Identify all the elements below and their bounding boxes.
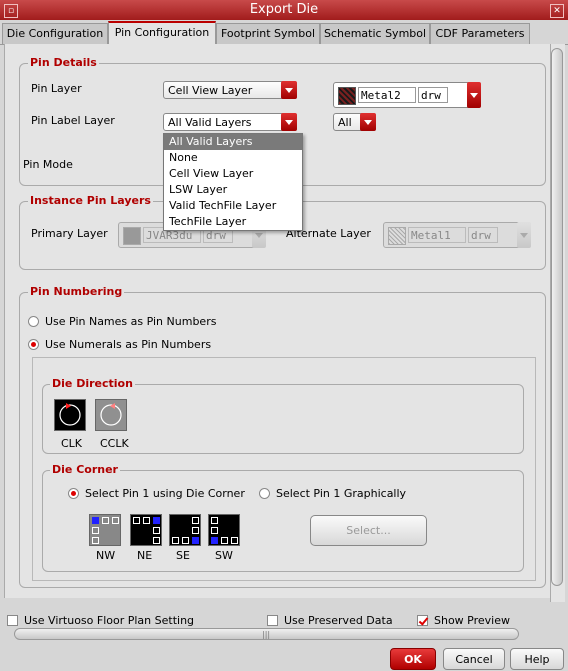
chevron-down-icon <box>517 222 531 248</box>
pin-layer-picker[interactable]: Metal2 drw <box>333 82 481 108</box>
tab-die-configuration[interactable]: Die Configuration <box>2 23 108 44</box>
show-preview-label: Show Preview <box>434 614 510 627</box>
dropdown-option[interactable]: All Valid Layers <box>164 134 302 150</box>
pin-mode-label: Pin Mode <box>23 158 73 171</box>
select-graphically-radio[interactable] <box>259 488 270 499</box>
title-bar: Export Die ▫ ✕ <box>0 0 568 21</box>
die-direction-legend: Die Direction <box>50 377 135 390</box>
tab-schematic-symbol[interactable]: Schematic Symbol <box>320 23 430 44</box>
use-numerals-label: Use Numerals as Pin Numbers <box>45 338 212 351</box>
tab-cdf-parameters[interactable]: CDF Parameters <box>430 23 530 44</box>
ok-button[interactable]: OK <box>390 648 436 670</box>
counterclockwise-arrow-icon <box>100 403 122 426</box>
pin-layer-select[interactable]: Cell View Layer <box>163 81 297 99</box>
dropdown-option[interactable]: Cell View Layer <box>164 166 302 182</box>
close-icon[interactable]: ✕ <box>550 4 564 18</box>
floorplan-checkbox[interactable] <box>7 615 18 626</box>
pin-details-legend: Pin Details <box>28 56 99 69</box>
clk-label: CLK <box>61 437 83 450</box>
select-by-corner-radio[interactable] <box>68 488 79 499</box>
pin-label-layer-label: Pin Label Layer <box>31 114 115 127</box>
chevron-down-icon <box>360 113 376 131</box>
use-pin-names-label: Use Pin Names as Pin Numbers <box>45 315 217 328</box>
all-layers-select[interactable]: All <box>333 113 376 131</box>
alternate-layer-picker[interactable]: Metal1 drw <box>383 222 531 248</box>
select-by-corner-label: Select Pin 1 using Die Corner <box>85 487 245 500</box>
dropdown-option[interactable]: TechFile Layer <box>164 214 302 230</box>
use-pin-names-radio[interactable] <box>28 316 39 327</box>
window-menu-icon[interactable]: ▫ <box>4 4 18 18</box>
cclk-direction-icon[interactable] <box>95 399 127 431</box>
dropdown-option[interactable]: None <box>164 150 302 166</box>
cclk-label: CCLK <box>100 437 129 450</box>
clk-direction-icon[interactable] <box>54 399 86 431</box>
vertical-scroll-thumb[interactable] <box>551 48 563 586</box>
show-preview-checkbox[interactable] <box>417 615 428 626</box>
preserved-data-label: Use Preserved Data <box>284 614 393 627</box>
cancel-button[interactable]: Cancel <box>443 648 505 670</box>
pin-layer-label: Pin Layer <box>31 82 82 95</box>
layer-swatch-icon <box>338 87 356 105</box>
preserved-data-checkbox[interactable] <box>267 615 278 626</box>
pin-label-layer-dropdown: All Valid Layers None Cell View Layer LS… <box>163 133 303 231</box>
use-numerals-radio[interactable] <box>28 339 39 350</box>
pin-label-layer-select[interactable]: All Valid Layers <box>163 113 297 131</box>
nw-corner-icon[interactable] <box>89 514 121 546</box>
se-label: SE <box>176 549 190 562</box>
nw-label: NW <box>96 549 116 562</box>
select-button[interactable]: Select... <box>310 515 427 546</box>
layer-swatch-icon <box>388 227 406 245</box>
clockwise-arrow-icon <box>59 403 81 426</box>
ne-label: NE <box>137 549 153 562</box>
help-button[interactable]: Help <box>510 648 564 670</box>
sw-corner-icon[interactable] <box>208 514 240 546</box>
se-corner-icon[interactable] <box>169 514 201 546</box>
dropdown-option[interactable]: Valid TechFile Layer <box>164 198 302 214</box>
dropdown-option[interactable]: LSW Layer <box>164 182 302 198</box>
sw-label: SW <box>215 549 233 562</box>
ne-corner-icon[interactable] <box>130 514 162 546</box>
window-title: Export Die <box>249 2 319 17</box>
select-graphically-label: Select Pin 1 Graphically <box>276 487 407 500</box>
chevron-down-icon <box>467 82 481 108</box>
die-corner-legend: Die Corner <box>50 463 120 476</box>
tab-pin-configuration[interactable]: Pin Configuration <box>108 21 216 46</box>
instance-pin-layers-legend: Instance Pin Layers <box>28 194 153 207</box>
layer-swatch-icon <box>123 227 141 245</box>
tab-footprint-symbol[interactable]: Footprint Symbol <box>216 23 320 44</box>
floorplan-label: Use Virtuoso Floor Plan Setting <box>24 614 195 627</box>
horizontal-scroll-thumb[interactable]: ||| <box>14 628 519 640</box>
chevron-down-icon <box>281 81 297 99</box>
primary-layer-label: Primary Layer <box>31 227 108 240</box>
chevron-down-icon <box>281 113 297 131</box>
pin-numbering-legend: Pin Numbering <box>28 285 125 298</box>
